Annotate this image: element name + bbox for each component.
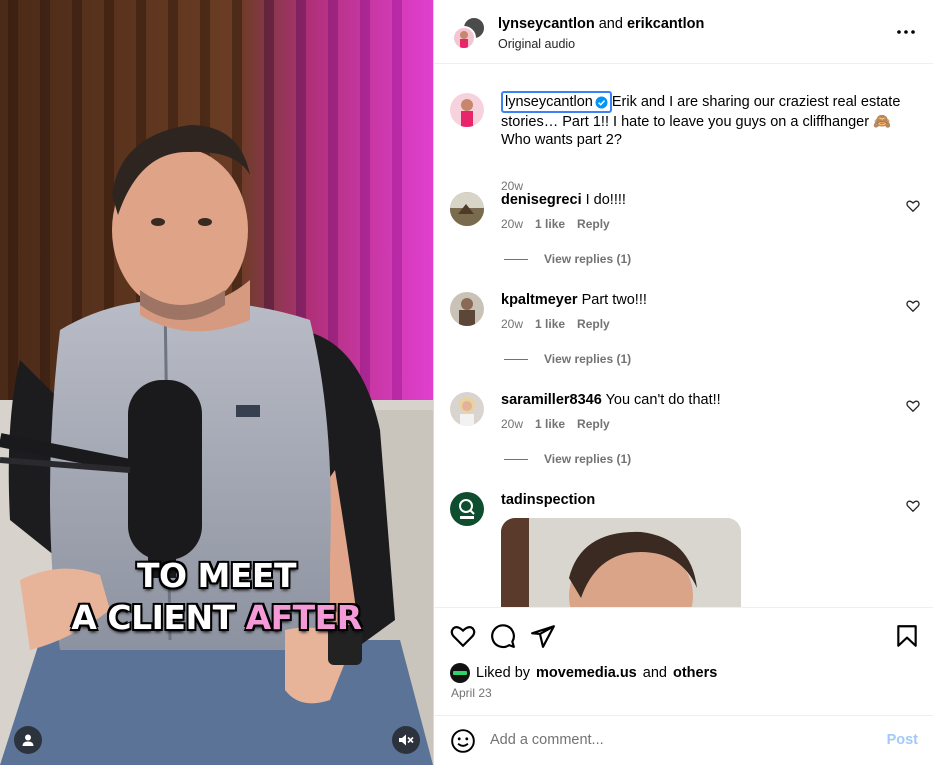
- username-link[interactable]: movemedia.us: [536, 665, 637, 681]
- comment-meta: 20w 1 like Reply: [501, 317, 610, 331]
- post-date: April 23: [451, 686, 492, 700]
- likes-count[interactable]: 1 like: [535, 417, 565, 431]
- heart-icon[interactable]: [906, 299, 920, 313]
- comment-meta: 20w 1 like Reply: [501, 417, 610, 431]
- caption-text: A CLIENT: [71, 598, 235, 637]
- likes-count[interactable]: 1 like: [535, 217, 565, 231]
- avatar[interactable]: [450, 392, 484, 426]
- heart-icon[interactable]: [906, 499, 920, 513]
- username-link[interactable]: denisegreci: [501, 192, 582, 208]
- comment-text: saramiller8346 You can't do that!!: [501, 392, 721, 408]
- comment-input[interactable]: Add a comment...: [490, 732, 604, 748]
- reel-video[interactable]: TO MEET A CLIENT AFTER: [0, 0, 433, 765]
- heart-icon[interactable]: [906, 399, 920, 413]
- username-link[interactable]: saramiller8346: [501, 392, 602, 408]
- video-frame: [0, 0, 433, 765]
- collab-names: lynseycantlon and erikcantlon: [498, 16, 704, 32]
- comment-meta: 20w 1 like Reply: [501, 217, 610, 231]
- username-link[interactable]: lynseycantlon: [505, 93, 593, 111]
- comments-list[interactable]: lynseycantlon Erik and I are sharing our…: [434, 65, 933, 607]
- heart-icon[interactable]: [450, 623, 476, 649]
- avatar[interactable]: [450, 492, 484, 526]
- tagged-users-button[interactable]: [14, 726, 42, 754]
- avatar[interactable]: [450, 663, 470, 683]
- send-icon[interactable]: [530, 623, 556, 649]
- reply-button[interactable]: Reply: [577, 317, 610, 331]
- comment-time: 20w: [501, 217, 524, 231]
- others-link[interactable]: others: [673, 665, 717, 681]
- view-replies-button[interactable]: View replies (1): [504, 452, 631, 466]
- video-caption-line1: TO MEET: [137, 556, 297, 595]
- replies-divider: [504, 458, 528, 460]
- comment-body: I do!!!!: [585, 192, 626, 208]
- username-link[interactable]: lynseycantlon: [498, 16, 595, 32]
- connector-text: and: [642, 665, 667, 681]
- more-options-button[interactable]: [894, 22, 918, 42]
- comment-icon[interactable]: [490, 623, 516, 649]
- caption-text: lynseycantlon Erik and I are sharing our…: [501, 91, 921, 149]
- avatar[interactable]: [450, 192, 484, 226]
- username-link[interactable]: kpaltmeyer: [501, 292, 578, 308]
- mute-button[interactable]: [392, 726, 420, 754]
- view-replies-button[interactable]: View replies (1): [504, 252, 631, 266]
- post-button[interactable]: Post: [887, 732, 918, 748]
- liked-by-prefix: Liked by: [476, 665, 531, 681]
- replies-divider: [504, 358, 528, 360]
- person-icon: [22, 734, 34, 746]
- comment-time: 20w: [501, 317, 524, 331]
- verified-badge-icon: [595, 96, 608, 108]
- post-header: lynseycantlon and erikcantlon Original a…: [434, 0, 933, 64]
- username-link[interactable]: erikcantlon: [627, 16, 704, 32]
- comment-text: tadinspection: [501, 492, 595, 508]
- comment-body: Part two!!!: [581, 292, 647, 308]
- connector-text: and: [598, 16, 623, 32]
- view-replies-button[interactable]: View replies (1): [504, 352, 631, 366]
- comment-body: You can't do that!!: [605, 392, 721, 408]
- username-link[interactable]: tadinspection: [501, 492, 595, 508]
- liked-by: Liked by movemedia.us and others: [450, 663, 717, 683]
- avatar: [452, 26, 476, 50]
- comment-time: 20w: [501, 417, 524, 431]
- reply-button[interactable]: Reply: [577, 417, 610, 431]
- audio-link[interactable]: Original audio: [498, 37, 575, 51]
- view-replies-label: View replies (1): [544, 452, 632, 466]
- bookmark-icon[interactable]: [894, 623, 920, 649]
- comment-text: kpaltmeyer Part two!!!: [501, 292, 647, 308]
- likes-count[interactable]: 1 like: [535, 317, 565, 331]
- video-caption-line2: A CLIENT AFTER: [0, 598, 433, 637]
- avatar[interactable]: [450, 292, 484, 326]
- comment-text: denisegreci I do!!!!: [501, 192, 626, 208]
- view-replies-label: View replies (1): [544, 352, 632, 366]
- view-replies-label: View replies (1): [544, 252, 632, 266]
- avatar[interactable]: [450, 93, 484, 127]
- heart-icon[interactable]: [906, 199, 920, 213]
- emoji-icon[interactable]: [450, 728, 476, 754]
- replies-divider: [504, 258, 528, 260]
- gif-image: [501, 518, 741, 607]
- reply-button[interactable]: Reply: [577, 217, 610, 231]
- caption-highlight: AFTER: [245, 598, 363, 637]
- comment-gif[interactable]: [501, 518, 741, 607]
- caption-time: 20w: [501, 179, 524, 193]
- add-comment-bar: Add a comment... Post: [434, 715, 933, 765]
- caption-username[interactable]: lynseycantlon: [501, 91, 612, 113]
- more-dots-icon: [897, 30, 915, 34]
- collab-avatars[interactable]: [452, 16, 486, 52]
- action-bar: Liked by movemedia.us and others April 2…: [434, 607, 933, 715]
- speaker-muted-icon: [399, 734, 414, 746]
- post-panel: lynseycantlon and erikcantlon Original a…: [433, 0, 933, 765]
